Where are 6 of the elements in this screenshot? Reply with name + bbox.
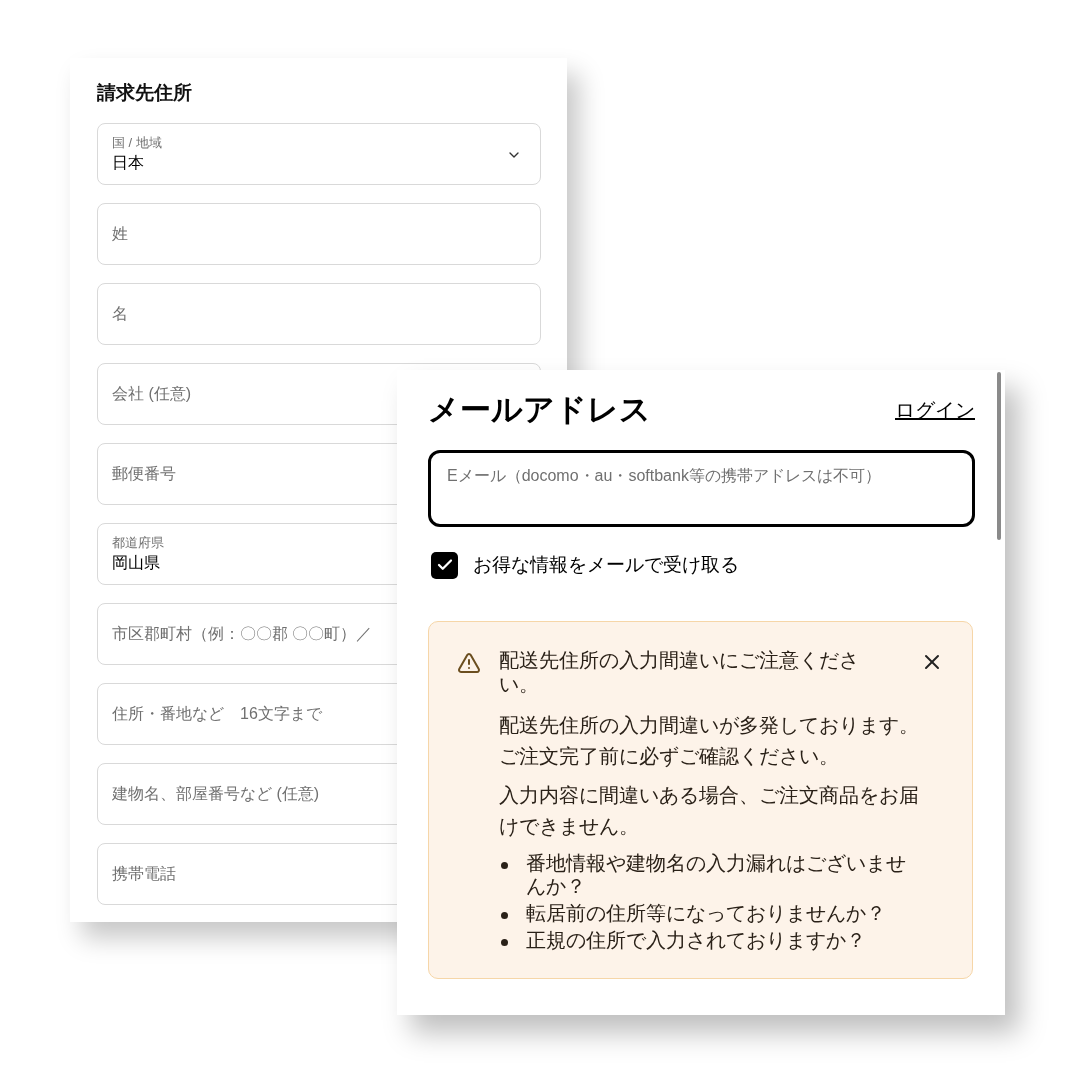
field-label: 都道府県 xyxy=(112,534,165,552)
field-label: 国 / 地域 xyxy=(112,134,163,152)
field-value: 岡山県 xyxy=(112,553,160,573)
field-value: 日本 xyxy=(112,153,144,173)
bullet-item: 正規の住所で入力されておりますか？ xyxy=(526,928,867,952)
section-title: 請求先住所 xyxy=(97,81,193,105)
